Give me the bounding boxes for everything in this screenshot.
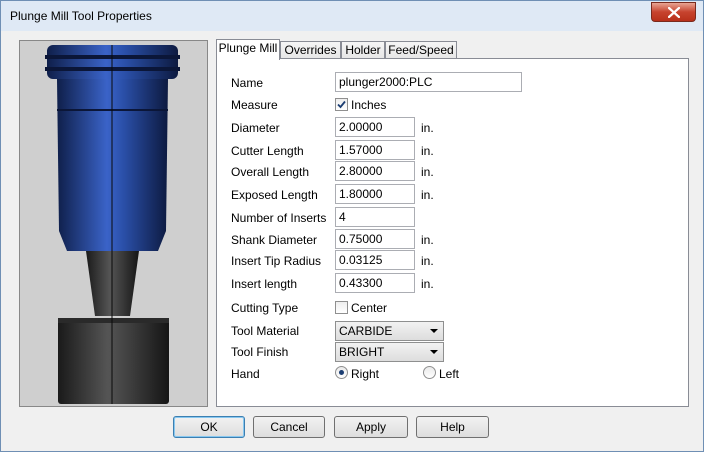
- cutter-length-unit: in.: [421, 144, 434, 158]
- tab-panel-plunge-mill: Name plunger2000:PLC Measure Inches Diam…: [216, 58, 689, 407]
- insert-length-field[interactable]: 0.43300: [335, 273, 415, 293]
- help-button[interactable]: Help: [416, 416, 489, 438]
- number-of-inserts-label: Number of Inserts: [231, 211, 327, 225]
- tool-preview: [19, 40, 208, 407]
- ok-button[interactable]: OK: [173, 416, 245, 438]
- cutter-length-field[interactable]: 1.57000: [335, 140, 415, 160]
- shank-diameter-field[interactable]: 0.75000: [335, 229, 415, 249]
- number-of-inserts-field[interactable]: 4: [335, 207, 415, 227]
- tool-material-select[interactable]: CARBIDE: [335, 321, 444, 341]
- dialog-client: Plunge Mill Overrides Holder Feed/Speed …: [8, 31, 697, 445]
- shank-diameter-unit: in.: [421, 233, 434, 247]
- measure-label: Measure: [231, 98, 278, 112]
- cutting-type-label: Cutting Type: [231, 301, 299, 315]
- hand-right-label: Right: [351, 367, 380, 381]
- exposed-length-unit: in.: [421, 188, 434, 202]
- overall-length-unit: in.: [421, 165, 434, 179]
- exposed-length-field[interactable]: 1.80000: [335, 184, 415, 204]
- dialog-window: Plunge Mill Tool Properties Plunge Mill …: [0, 0, 704, 452]
- hand-left-label: Left: [439, 367, 460, 381]
- close-button[interactable]: [651, 2, 696, 22]
- hand-label: Hand: [231, 367, 260, 381]
- diameter-unit: in.: [421, 121, 434, 135]
- name-label: Name: [231, 76, 264, 90]
- tool-material-label: Tool Material: [231, 324, 300, 338]
- insert-tip-radius-field[interactable]: 0.03125: [335, 250, 415, 270]
- checkmark-icon: [337, 100, 346, 109]
- insert-tip-radius-label: Insert Tip Radius: [231, 254, 322, 268]
- insert-length-unit: in.: [421, 277, 434, 291]
- center-checkbox[interactable]: [335, 301, 348, 314]
- center-label: Center: [351, 301, 388, 315]
- chevron-down-icon: [430, 350, 438, 354]
- overall-length-field[interactable]: 2.80000: [335, 161, 415, 181]
- cutter-length-label: Cutter Length: [231, 144, 304, 158]
- tool-material-value: CARBIDE: [339, 324, 393, 338]
- tool-finish-label: Tool Finish: [231, 345, 289, 359]
- hand-left-radio[interactable]: [423, 366, 436, 379]
- cancel-button[interactable]: Cancel: [253, 416, 325, 438]
- inches-label: Inches: [351, 98, 387, 112]
- tab-plunge-mill[interactable]: Plunge Mill: [216, 39, 280, 60]
- radio-selected-dot: [339, 370, 344, 375]
- overall-length-label: Overall Length: [231, 165, 310, 179]
- tool-finish-value: BRIGHT: [339, 345, 385, 359]
- chevron-down-icon: [430, 329, 438, 333]
- shank-diameter-label: Shank Diameter: [231, 233, 318, 247]
- tool-preview-image: [45, 45, 180, 404]
- window-title: Plunge Mill Tool Properties: [10, 9, 152, 23]
- insert-tip-radius-unit: in.: [421, 254, 434, 268]
- inches-checkbox[interactable]: [335, 98, 348, 111]
- tool-finish-select[interactable]: BRIGHT: [335, 342, 444, 362]
- name-field[interactable]: plunger2000:PLC: [335, 72, 522, 92]
- diameter-label: Diameter: [231, 121, 280, 135]
- close-icon: [667, 6, 680, 18]
- hand-right-radio[interactable]: [335, 366, 348, 379]
- title-bar[interactable]: Plunge Mill Tool Properties: [1, 1, 703, 31]
- exposed-length-label: Exposed Length: [231, 188, 318, 202]
- diameter-field[interactable]: 2.00000: [335, 117, 415, 137]
- insert-length-label: Insert length: [231, 277, 298, 291]
- apply-button[interactable]: Apply: [334, 416, 408, 438]
